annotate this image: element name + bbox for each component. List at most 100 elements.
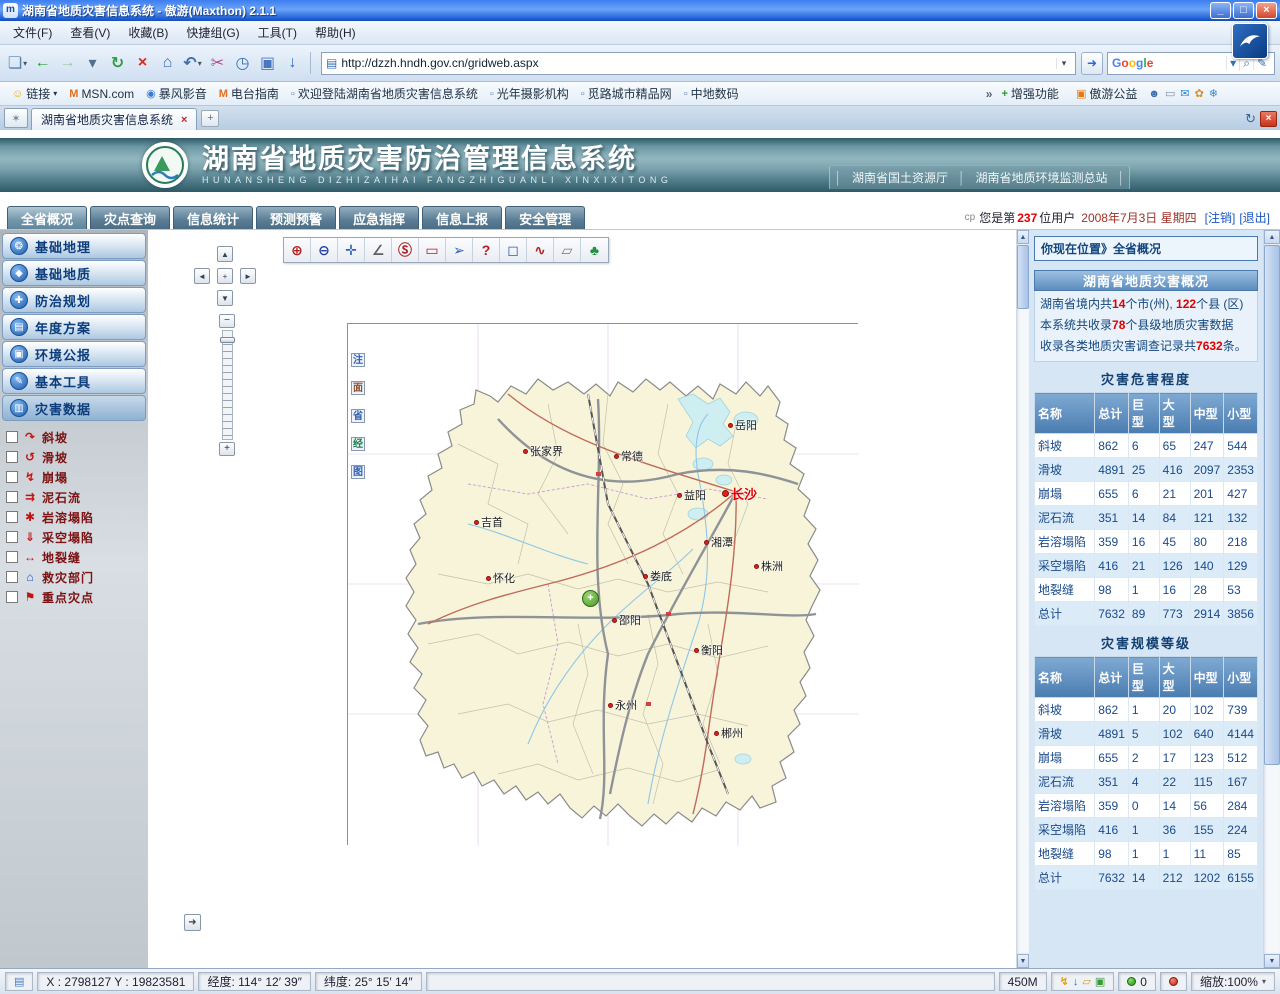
rect-select-icon[interactable]: ▭ — [419, 238, 446, 262]
link-item[interactable]: ☺链接▾ — [6, 83, 63, 104]
scroll-thumb[interactable] — [1017, 245, 1029, 309]
map-layer-icon[interactable]: 注 — [351, 353, 365, 367]
scroll-thumb[interactable] — [1264, 245, 1280, 765]
address-bar[interactable]: ▤ http://dzzh.hndh.gov.cn/gridweb.aspx ▾ — [321, 52, 1076, 75]
downloads-icon[interactable]: ↓ — [1073, 975, 1079, 989]
sidebar-button[interactable]: ◆基础地质 — [2, 260, 146, 286]
zoom-slider[interactable]: − + — [218, 314, 236, 456]
sidebar-button[interactable]: ✎基本工具 — [2, 368, 146, 394]
folder-icon[interactable]: ▱ — [1082, 975, 1090, 989]
dropdown-arrow-icon[interactable]: ▾ — [53, 89, 57, 98]
sidebar-button[interactable]: ▤年度方案 — [2, 314, 146, 340]
menu-item[interactable]: 收藏(B) — [119, 21, 177, 44]
map-layer-icon[interactable]: 省 — [351, 409, 365, 423]
sidebar-button[interactable]: ▣环境公报 — [2, 341, 146, 367]
sidebar-button[interactable]: ✚防治规划 — [2, 287, 146, 313]
link-item[interactable]: ▫光年摄影机构 — [484, 83, 575, 104]
new-tab-button[interactable]: + — [201, 110, 219, 127]
ad-hunter-icon[interactable]: ✂ — [205, 50, 230, 77]
pan-center-button[interactable]: + — [217, 268, 233, 284]
layer-row[interactable]: ↔地裂缝 — [1, 547, 147, 567]
scroll-track[interactable] — [1017, 244, 1029, 954]
gift-icon[interactable]: ✿ — [1195, 87, 1204, 100]
pan-icon[interactable]: ✛ — [338, 238, 365, 262]
zoom-slider-handle[interactable] — [220, 337, 235, 343]
layer-row[interactable]: ✱岩溶塌陷 — [1, 507, 147, 527]
scroll-down-icon[interactable]: ▼ — [1017, 954, 1029, 968]
maximize-button[interactable]: □ — [1233, 2, 1254, 19]
layer-checkbox[interactable] — [6, 571, 18, 583]
close-button[interactable]: × — [1256, 2, 1277, 19]
sidebar-button[interactable]: ❂基础地理 — [2, 233, 146, 259]
shield-icon[interactable]: ▣ — [1095, 975, 1105, 989]
zoom-out-icon[interactable]: ⊖ — [311, 238, 338, 262]
zoom-slider-track[interactable] — [222, 330, 233, 440]
history-dropdown-icon[interactable]: ▾ — [80, 50, 105, 77]
logout-link[interactable]: [注销] — [1205, 209, 1236, 226]
scroll-down-icon[interactable]: ▼ — [1264, 954, 1280, 968]
layer-row[interactable]: ⌂救灾部门 — [1, 567, 147, 587]
history-clock-icon[interactable]: ◷ — [230, 50, 255, 77]
scroll-up-icon[interactable]: ▲ — [1017, 230, 1029, 244]
layer-checkbox[interactable] — [6, 531, 18, 543]
zoom-control[interactable]: 缩放:100%▾ — [1191, 972, 1275, 991]
back-icon[interactable]: ← — [30, 50, 55, 77]
go-button[interactable]: ➜ — [1081, 52, 1103, 75]
boost-icon[interactable]: ↯ — [1060, 975, 1069, 989]
layer-checkbox[interactable] — [6, 471, 18, 483]
layer-row[interactable]: ⚑重点灾点 — [1, 587, 147, 607]
zoom-dropdown-icon[interactable]: ▾ — [1262, 975, 1266, 989]
banner-link[interactable]: 湖南省国土资源厅 — [842, 169, 958, 186]
link-item[interactable]: MMSN.com — [63, 85, 140, 103]
pointer-select-icon[interactable]: ➢ — [446, 238, 473, 262]
layer-checkbox[interactable] — [6, 491, 18, 503]
menu-item[interactable]: 查看(V) — [61, 21, 119, 44]
layer-row[interactable]: ↺滑坡 — [1, 447, 147, 467]
tab-refresh-icon[interactable]: ↻ — [1245, 111, 1256, 127]
nav-tab-6[interactable]: 信息上报 — [422, 206, 502, 229]
layer-row[interactable]: ⇉泥石流 — [1, 487, 147, 507]
layer-row[interactable]: ⇓采空塌陷 — [1, 527, 147, 547]
nav-tab-4[interactable]: 预测预警 — [256, 206, 336, 229]
skin-icon[interactable]: ❄ — [1209, 87, 1218, 100]
feed-icon[interactable]: ✉ — [1180, 87, 1189, 100]
nav-tab-1[interactable]: 全省概况 — [7, 206, 87, 229]
pan-right-button[interactable]: ► — [240, 268, 256, 284]
locate-button[interactable]: + — [582, 590, 599, 607]
menu-item[interactable]: 工具(T) — [249, 21, 306, 44]
zoom-window-icon[interactable]: ◻ — [500, 238, 527, 262]
menu-item[interactable]: 帮助(H) — [306, 21, 365, 44]
menu-item[interactable]: 快捷组(G) — [177, 21, 248, 44]
scroll-up-icon[interactable]: ▲ — [1264, 230, 1280, 244]
layer-row[interactable]: ↯崩塌 — [1, 467, 147, 487]
layer-checkbox[interactable] — [6, 451, 18, 463]
map-layer-icon[interactable]: 经 — [351, 437, 365, 451]
link-item[interactable]: ◉暴风影音 — [140, 83, 213, 104]
forward-icon[interactable]: → — [55, 50, 80, 77]
scroll-track[interactable] — [1264, 244, 1280, 954]
nav-tab-2[interactable]: 灾点查询 — [90, 206, 170, 229]
minimize-button[interactable]: _ — [1210, 2, 1231, 19]
refresh-icon[interactable]: ↻ — [105, 50, 130, 77]
exit-link[interactable]: [退出] — [1239, 209, 1270, 226]
link-item[interactable]: ▫欢迎登陆湖南省地质灾害信息系统 — [285, 83, 484, 104]
tab-active[interactable]: 湖南省地质灾害信息系统 × — [31, 108, 197, 130]
eraser-icon[interactable]: ▱ — [554, 238, 581, 262]
map-layer-icon[interactable]: 图 — [351, 465, 365, 479]
link-item[interactable]: +增强功能 — [995, 83, 1064, 104]
clear-selection-icon[interactable]: Ⓢ — [392, 238, 419, 262]
map-frame[interactable]: 张家界常德岳阳益阳长沙吉首湘潭株洲怀化娄底邵阳衡阳永州郴州 + — [347, 323, 858, 845]
polyline-measure-icon[interactable]: ∿ — [527, 238, 554, 262]
map-layer-icon[interactable]: 面 — [351, 381, 365, 395]
link-item[interactable]: ▣傲游公益 — [1070, 83, 1143, 104]
close-tab-button[interactable]: × — [1260, 111, 1277, 127]
new-page-icon[interactable]: ❏▾ — [5, 50, 30, 77]
home-icon[interactable]: ⌂ — [155, 50, 180, 77]
layer-row[interactable]: ↷斜坡 — [1, 427, 147, 447]
stop-icon[interactable]: × — [130, 50, 155, 77]
banner-link[interactable]: 湖南省地质环境监测总站 — [965, 169, 1117, 186]
layer-checkbox[interactable] — [6, 511, 18, 523]
screen-icon[interactable]: ▭ — [1165, 87, 1175, 100]
dropdown-arrow-icon[interactable]: ▾ — [198, 59, 202, 68]
pan-down-button[interactable]: ▼ — [217, 290, 233, 306]
